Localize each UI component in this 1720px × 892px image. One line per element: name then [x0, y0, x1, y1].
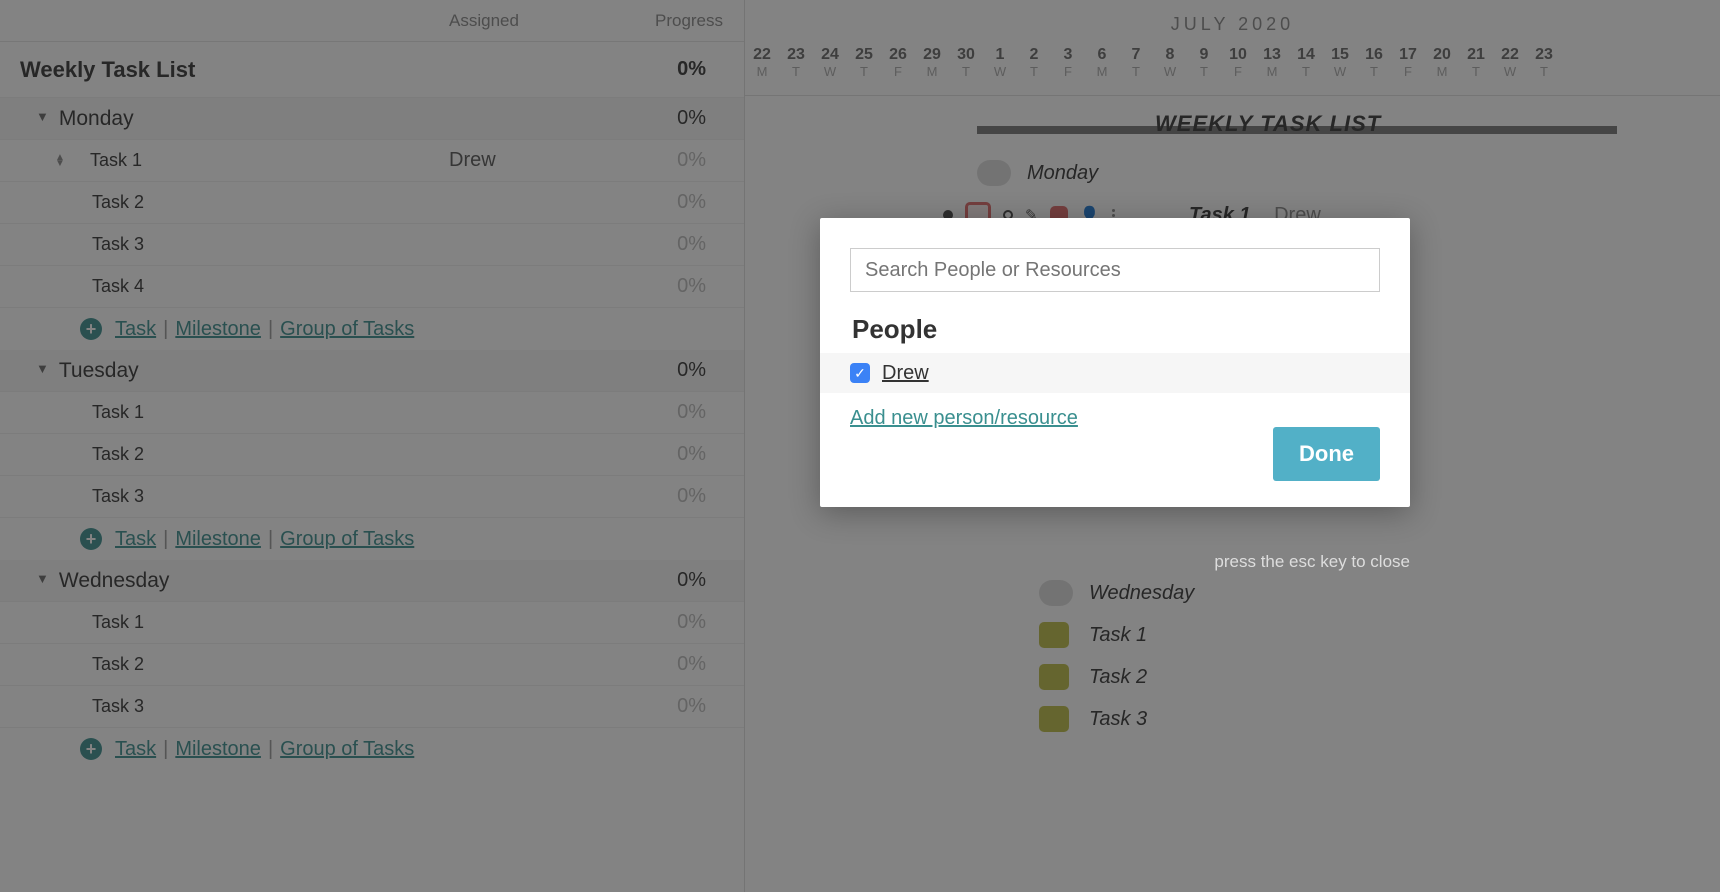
person-name-link[interactable]: Drew — [882, 362, 929, 385]
done-button[interactable]: Done — [1273, 427, 1380, 481]
esc-hint: press the esc key to close — [820, 552, 1410, 572]
checkbox-checked-icon[interactable]: ✓ — [850, 363, 870, 383]
add-person-link[interactable]: Add new person/resource — [850, 407, 1078, 430]
person-row[interactable]: ✓ Drew — [820, 353, 1410, 393]
search-people-input[interactable] — [850, 248, 1380, 292]
assign-modal: People ✓ Drew Add new person/resource Do… — [820, 218, 1410, 507]
people-heading: People — [850, 314, 1380, 345]
